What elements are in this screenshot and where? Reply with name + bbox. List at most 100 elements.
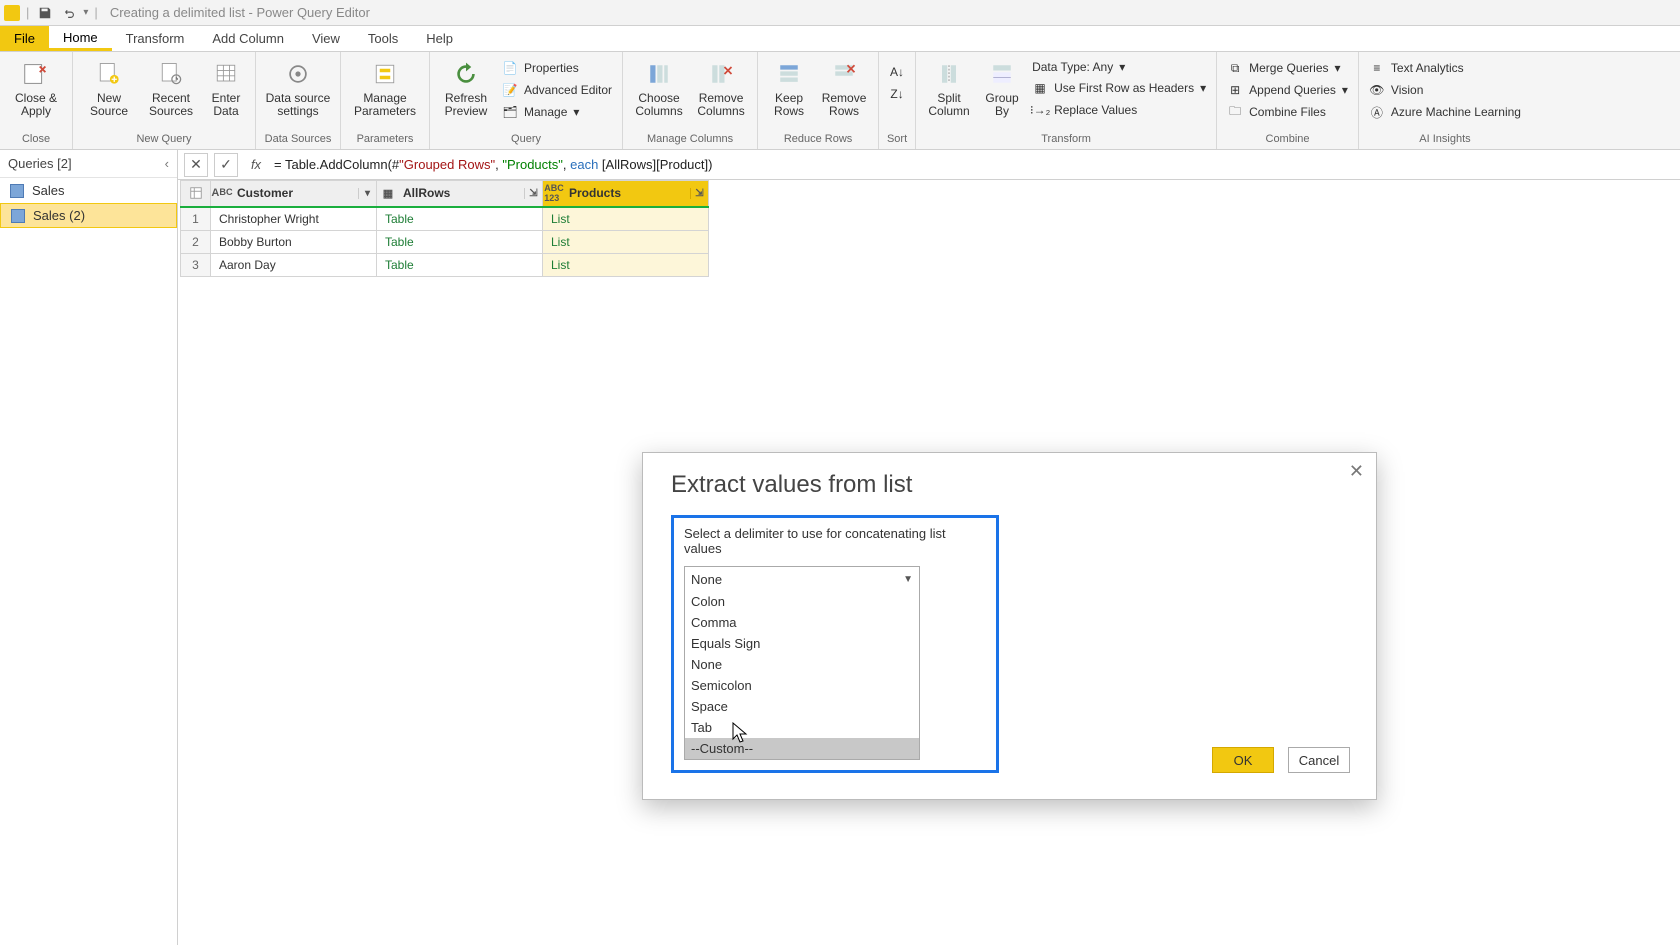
data-source-settings-button[interactable]: Data source settings [262, 54, 334, 118]
cell-products[interactable]: List [543, 207, 709, 231]
queries-header[interactable]: Queries [2] ‹ [0, 150, 177, 178]
qat-separator: | [26, 5, 29, 20]
tab-file[interactable]: File [0, 26, 49, 51]
chevron-down-icon: ▼ [903, 574, 913, 585]
close-apply-button[interactable]: Close & Apply [6, 54, 66, 118]
ok-button[interactable]: OK [1212, 747, 1274, 773]
column-header-products[interactable]: ABC123 Products ⇲ [543, 181, 709, 207]
tab-view[interactable]: View [298, 26, 354, 51]
tab-transform[interactable]: Transform [112, 26, 199, 51]
formula-commit-button[interactable]: ✓ [214, 153, 238, 177]
fx-icon[interactable]: fx [244, 157, 268, 172]
tab-add-column[interactable]: Add Column [198, 26, 298, 51]
keep-rows-label: Keep Rows [774, 92, 804, 118]
manage-icon: 🗂 [502, 104, 518, 120]
query-item-sales-2[interactable]: Sales (2) [0, 203, 177, 228]
row-number[interactable]: 2 [181, 230, 211, 253]
text-analytics-button[interactable]: ≡Text Analytics [1365, 58, 1525, 78]
group-by-button[interactable]: Group By [978, 54, 1026, 118]
delimiter-selected[interactable]: None ▼ [685, 567, 919, 591]
keep-rows-icon [773, 58, 805, 90]
type-table-icon[interactable]: ▦ [377, 187, 399, 200]
save-icon[interactable] [35, 3, 55, 23]
undo-icon[interactable] [59, 3, 79, 23]
cancel-button[interactable]: Cancel [1288, 747, 1350, 773]
refresh-preview-button[interactable]: Refresh Preview [436, 54, 496, 118]
choose-columns-label: Choose Columns [635, 92, 682, 118]
formula-text[interactable]: = Table.AddColumn(#"Grouped Rows", "Prod… [274, 157, 712, 173]
ribbon-group-new-query: New Source Recent Sources Enter Data New… [73, 52, 256, 149]
ribbon-group-parameters: Manage Parameters Parameters [341, 52, 430, 149]
expand-icon[interactable]: ⇲ [690, 188, 708, 199]
cell-customer[interactable]: Aaron Day [211, 253, 377, 276]
headers-icon: ▦ [1032, 80, 1048, 96]
keep-rows-button[interactable]: Keep Rows [764, 54, 814, 118]
cell-customer[interactable]: Bobby Burton [211, 230, 377, 253]
manage-label: Manage [524, 105, 567, 119]
split-column-button[interactable]: Split Column [922, 54, 976, 118]
combine-files-icon: 🗀 [1227, 104, 1243, 120]
expand-icon[interactable]: ⇲ [524, 188, 542, 199]
delimiter-combo[interactable]: None ▼ Colon Comma Equals Sign None Semi… [684, 566, 920, 760]
recent-sources-button[interactable]: Recent Sources [141, 54, 201, 118]
type-text-icon[interactable]: ABC [211, 187, 233, 199]
close-icon[interactable]: ✕ [1349, 461, 1364, 482]
column-header-customer[interactable]: ABC Customer ▾ [211, 181, 377, 207]
merge-queries-button[interactable]: ⧉Merge Queries ▾ [1223, 58, 1352, 78]
sort-asc-icon: A↓ [889, 64, 905, 80]
new-source-icon [93, 58, 125, 90]
query-item-sales[interactable]: Sales [0, 178, 177, 203]
delimiter-option-colon[interactable]: Colon [685, 591, 919, 612]
cell-products[interactable]: List [543, 230, 709, 253]
remove-columns-button[interactable]: Remove Columns [691, 54, 751, 118]
chevron-left-icon[interactable]: ‹ [165, 156, 169, 171]
cell-allrows[interactable]: Table [377, 207, 543, 231]
manage-parameters-button[interactable]: Manage Parameters [347, 54, 423, 118]
cell-allrows[interactable]: Table [377, 230, 543, 253]
delimiter-option-comma[interactable]: Comma [685, 612, 919, 633]
delimiter-option-custom[interactable]: --Custom-- [685, 738, 919, 759]
vision-button[interactable]: 👁Vision [1365, 80, 1525, 100]
azure-ml-button[interactable]: ⒶAzure Machine Learning [1365, 102, 1525, 122]
tab-tools[interactable]: Tools [354, 26, 412, 51]
row-number[interactable]: 3 [181, 253, 211, 276]
close-apply-icon [20, 58, 52, 90]
advanced-editor-button[interactable]: 📝Advanced Editor [498, 80, 616, 100]
data-type-button[interactable]: Data Type: Any ▾ [1028, 58, 1210, 76]
formula-cancel-button[interactable]: ✕ [184, 153, 208, 177]
delimiter-option-semicolon[interactable]: Semicolon [685, 675, 919, 696]
remove-rows-button[interactable]: Remove Rows [816, 54, 872, 118]
append-queries-button[interactable]: ⊞Append Queries ▾ [1223, 80, 1352, 100]
tab-home[interactable]: Home [49, 26, 112, 51]
ribbon-group-transform: Split Column Group By Data Type: Any ▾ ▦… [916, 52, 1217, 149]
delimiter-option-none[interactable]: None [685, 654, 919, 675]
grid-corner[interactable] [181, 181, 211, 207]
properties-button[interactable]: 📄Properties [498, 58, 616, 78]
sort-desc-button[interactable]: Z↓ [885, 84, 909, 104]
replace-values-button[interactable]: ⁝→₂Replace Values [1028, 100, 1210, 120]
use-first-row-button[interactable]: ▦Use First Row as Headers ▾ [1028, 78, 1210, 98]
combine-files-button[interactable]: 🗀Combine Files [1223, 102, 1352, 122]
delimiter-option-tab[interactable]: Tab [685, 717, 919, 738]
row-number[interactable]: 1 [181, 207, 211, 231]
enter-data-label: Enter Data [212, 92, 241, 118]
tab-help[interactable]: Help [412, 26, 467, 51]
ribbon-group-label-close: Close [6, 131, 66, 149]
column-name-products: Products [565, 186, 690, 200]
new-source-button[interactable]: New Source [79, 54, 139, 118]
cell-allrows[interactable]: Table [377, 253, 543, 276]
delimiter-option-equals[interactable]: Equals Sign [685, 633, 919, 654]
cell-products[interactable]: List [543, 253, 709, 276]
type-any-icon[interactable]: ABC123 [543, 183, 565, 203]
ribbon-group-label-new-query: New Query [79, 131, 249, 149]
choose-columns-button[interactable]: Choose Columns [629, 54, 689, 118]
sort-asc-button[interactable]: A↓ [885, 62, 909, 82]
enter-data-button[interactable]: Enter Data [203, 54, 249, 118]
manage-button[interactable]: 🗂Manage ▾ [498, 102, 616, 122]
qat-dropdown-icon[interactable]: ▾ [83, 7, 88, 18]
close-apply-label: Close & Apply [15, 92, 57, 118]
column-header-allrows[interactable]: ▦ AllRows ⇲ [377, 181, 543, 207]
delimiter-option-space[interactable]: Space [685, 696, 919, 717]
filter-dropdown-icon[interactable]: ▾ [358, 188, 376, 199]
cell-customer[interactable]: Christopher Wright [211, 207, 377, 231]
